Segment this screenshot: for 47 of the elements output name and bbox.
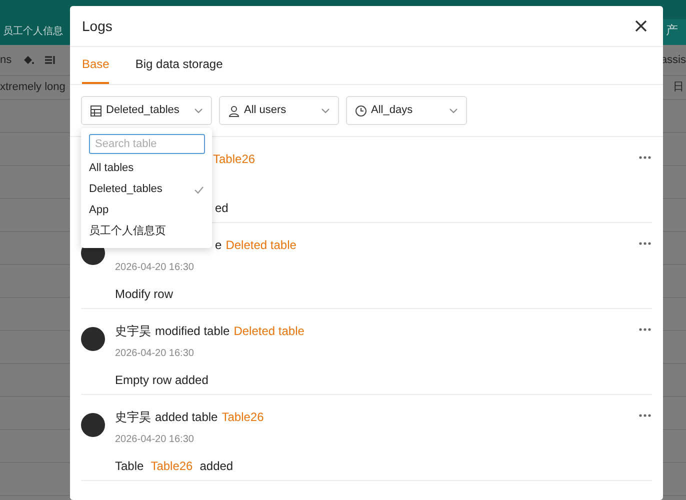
close-icon — [635, 20, 647, 32]
tab[interactable]: Big data storage — [135, 55, 223, 84]
tab[interactable]: Base — [82, 55, 110, 84]
avatar — [81, 327, 105, 351]
list-icon — [44, 54, 56, 66]
more-icon — [639, 156, 651, 158]
log-detail: Table — [115, 458, 144, 475]
chevron-down-icon — [321, 108, 330, 114]
log-detail: ed — [215, 200, 228, 217]
column-header: 日 — [673, 80, 685, 96]
table-link[interactable]: Deleted table — [234, 322, 304, 340]
table-link[interactable]: Deleted table — [226, 236, 296, 254]
log-detail: Empty row added — [115, 372, 208, 389]
toolbar-label[interactable]: ns — [0, 52, 12, 68]
menu-item[interactable]: Deleted_tables — [89, 179, 204, 200]
filter-dropdown[interactable]: All_days — [346, 96, 467, 125]
filter-dropdown[interactable]: Deleted_tables — [81, 96, 212, 125]
avatar — [81, 413, 105, 437]
chevron-down-icon — [194, 108, 203, 114]
user-name: 史宇昊 — [115, 323, 151, 340]
search-field[interactable]: Search table — [89, 134, 205, 154]
clock-icon — [355, 104, 367, 116]
table-link[interactable]: Table26 — [222, 408, 264, 426]
timestamp: 2026-04-20 16:30 — [115, 262, 194, 273]
action-text: added table — [155, 409, 218, 426]
more-icon — [639, 414, 651, 416]
menu-item[interactable]: App — [89, 200, 204, 221]
menu-item[interactable]: All tables — [89, 158, 204, 179]
table-icon — [90, 104, 102, 116]
dialog-title: Logs — [82, 16, 112, 36]
filter-dropdown[interactable]: All users — [219, 96, 339, 125]
user-name: 史宇昊 — [115, 409, 151, 426]
log-detail: Modify row — [115, 286, 174, 303]
user-icon — [228, 104, 240, 116]
table-tab[interactable]: 员工个人信息 — [0, 24, 66, 45]
chevron-down-icon — [449, 108, 458, 114]
column-header: xtremely long — [0, 80, 66, 96]
timestamp: 2026-04-20 16:30 — [115, 434, 194, 445]
table-link[interactable]: Table26 — [150, 457, 193, 475]
more-icon — [639, 242, 651, 244]
timestamp: 2026-04-20 16:30 — [115, 348, 194, 359]
action-text: modified table — [155, 323, 230, 340]
log-detail: added — [200, 458, 234, 475]
table-link[interactable]: Table26 — [213, 150, 256, 168]
action-text: e — [215, 237, 222, 254]
more-icon — [639, 328, 651, 330]
menu-item[interactable]: 员工个人信息页 — [89, 221, 204, 242]
